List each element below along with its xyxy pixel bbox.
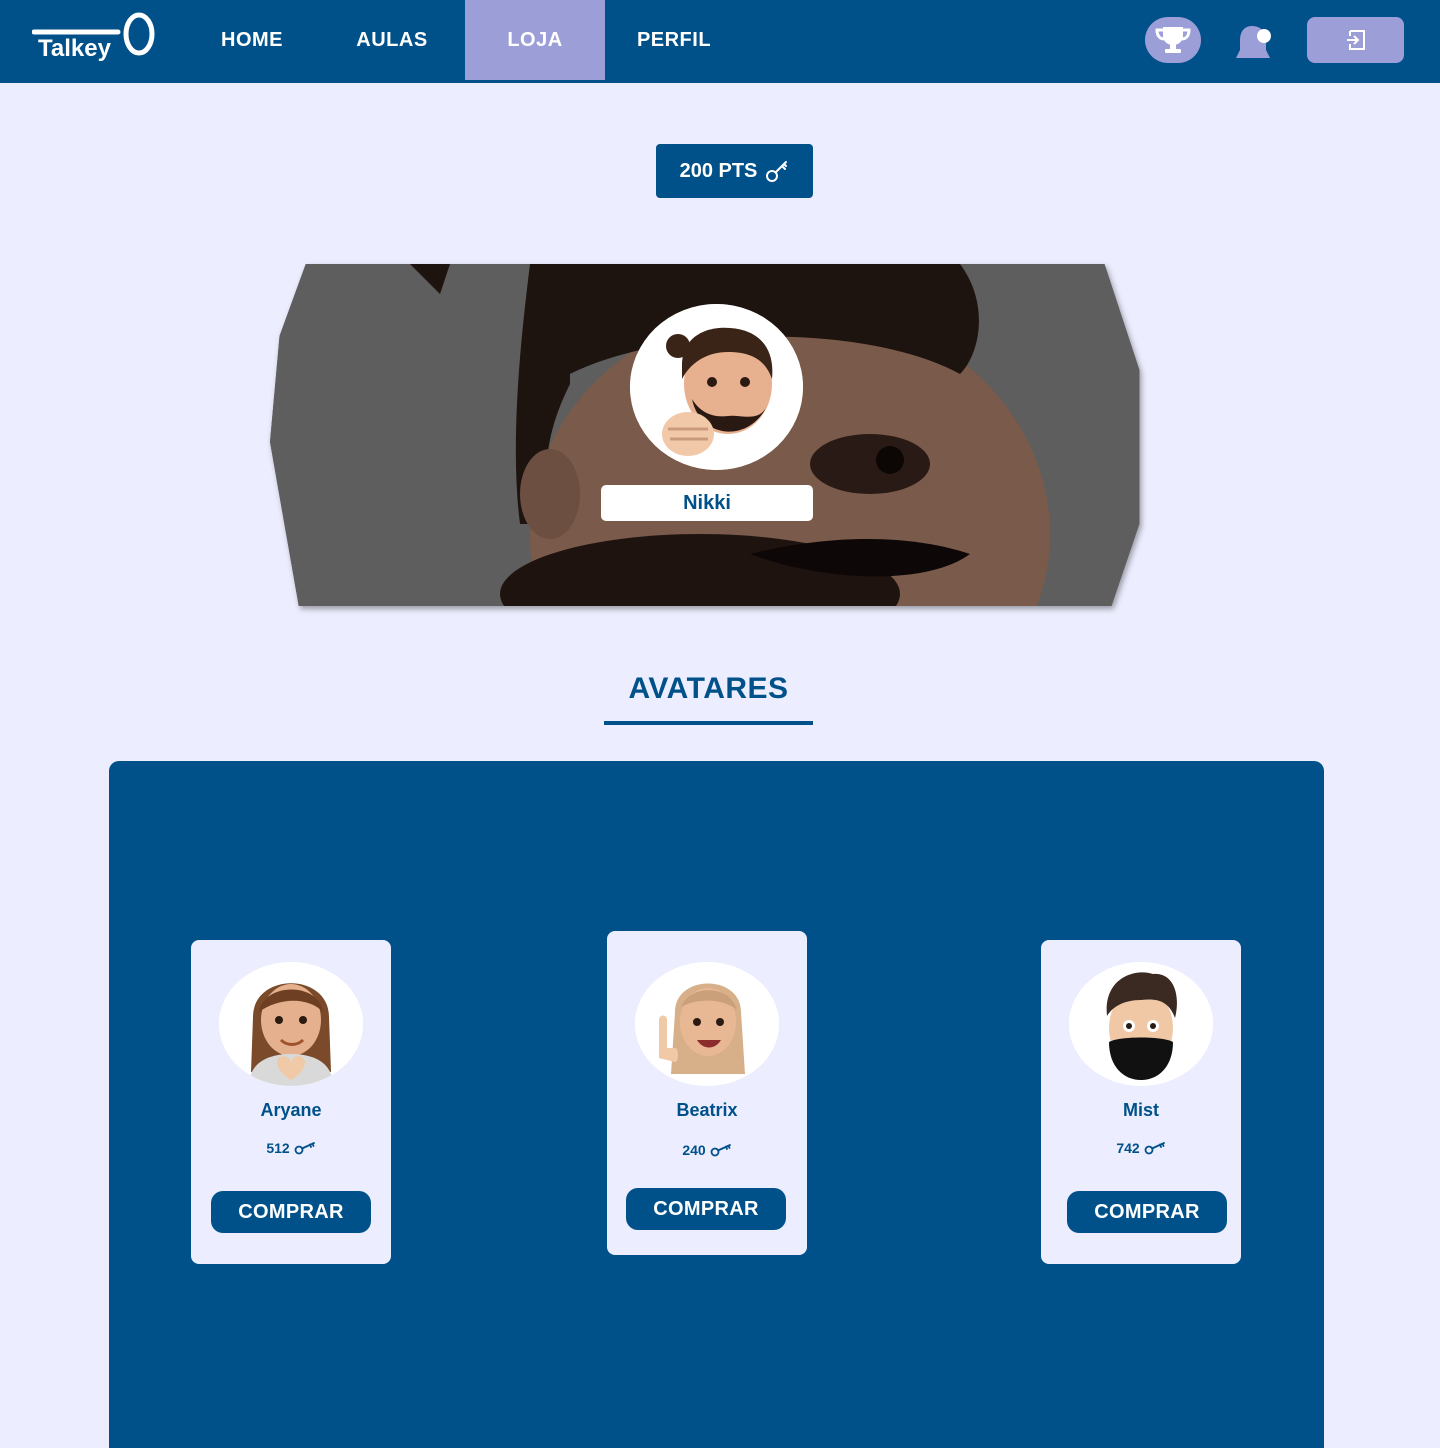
avatar-price: 512 — [191, 1140, 391, 1156]
avatar-shop-panel: Aryane 512 COMPRAR Beatrix 240 COMPRAR M… — [109, 761, 1324, 1448]
nav-loja[interactable]: LOJA — [465, 0, 605, 80]
buy-button[interactable]: COMPRAR — [211, 1191, 371, 1233]
avatar-card: Beatrix 240 COMPRAR — [607, 931, 807, 1255]
profile-name: Nikki — [601, 485, 813, 521]
buy-button[interactable]: COMPRAR — [626, 1188, 786, 1230]
trophy-button[interactable] — [1145, 17, 1201, 63]
section-underline — [604, 721, 813, 725]
points-badge: 200 PTS — [656, 144, 813, 198]
avatar-image — [635, 962, 779, 1086]
avatar-card: Aryane 512 COMPRAR — [191, 940, 391, 1264]
nav-perfil[interactable]: PERFIL — [612, 0, 736, 80]
profile-avatar[interactable] — [630, 304, 803, 470]
buy-button[interactable]: COMPRAR — [1067, 1191, 1227, 1233]
avatar-price: 240 — [607, 1142, 807, 1158]
avatar-name: Mist — [1123, 1100, 1159, 1120]
avatar-card: Mist 742 COMPRAR — [1041, 940, 1241, 1264]
bell-icon[interactable] — [1234, 22, 1274, 62]
key-icon — [294, 1142, 315, 1155]
avatar-price: 742 — [1041, 1140, 1241, 1156]
trophy-icon — [1155, 27, 1191, 53]
top-navbar: Talkey HOME AULAS LOJA PERFIL — [0, 0, 1440, 83]
nikki-memoji-image — [630, 304, 803, 470]
talkey-logo[interactable]: Talkey — [32, 10, 156, 66]
points-label: 200 PTS — [679, 159, 758, 182]
avatar-name: Aryane — [260, 1100, 322, 1120]
key-icon — [710, 1144, 731, 1157]
nav-home[interactable]: HOME — [190, 0, 314, 80]
logout-button[interactable] — [1307, 17, 1404, 63]
avatar-image — [219, 962, 363, 1086]
svg-text:Talkey: Talkey — [38, 35, 112, 62]
key-icon — [1144, 1142, 1165, 1155]
section-title: AVATARES — [628, 672, 789, 705]
key-icon — [766, 161, 788, 182]
logout-icon — [1346, 30, 1365, 50]
avatar-image — [1069, 962, 1213, 1086]
nav-aulas[interactable]: AULAS — [330, 0, 454, 80]
avatar-name: Beatrix — [676, 1100, 738, 1120]
